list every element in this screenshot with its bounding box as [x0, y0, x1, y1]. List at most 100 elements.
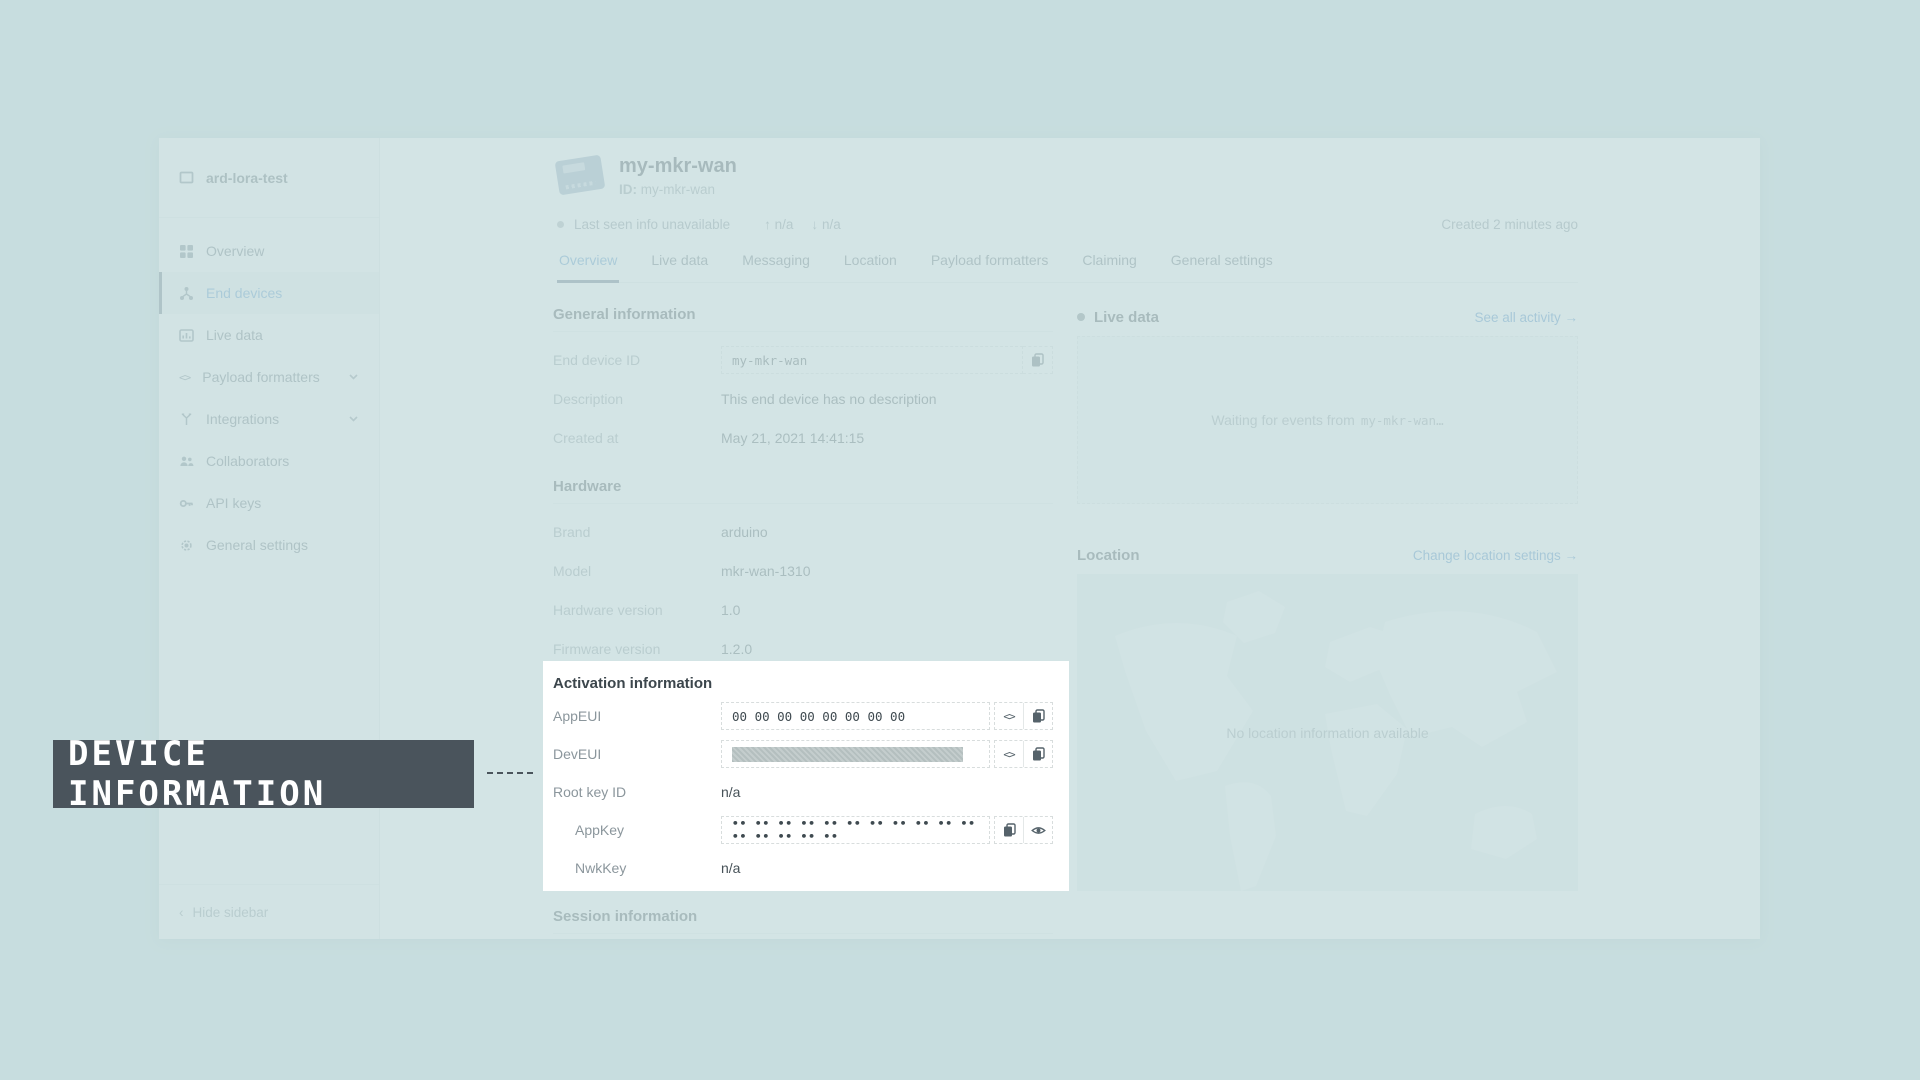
left-column: General information End device ID my-mkr…	[553, 306, 1053, 689]
downlink-count: ↓ n/a	[811, 217, 840, 232]
code-icon: <>	[179, 371, 190, 384]
down-arrow-icon: ↓	[811, 217, 818, 232]
byte-format-toggle-button[interactable]: <>	[995, 741, 1023, 767]
app-key-input[interactable]: •• •• •• •• •• •• •• •• •• •• •• •• •• •…	[721, 816, 990, 844]
device-id-line: ID: my-mkr-wan	[619, 182, 737, 197]
sidebar-item-collaborators[interactable]: Collaborators	[159, 440, 379, 482]
firmware-version-label: Firmware version	[553, 641, 721, 657]
application-selector[interactable]: ard-lora-test	[159, 138, 379, 218]
tab-location[interactable]: Location	[842, 246, 899, 282]
sidebar-nav: Overview End devices Live data <> Payloa…	[159, 230, 379, 566]
collaborators-icon	[179, 454, 194, 469]
tab-overview[interactable]: Overview	[557, 246, 619, 283]
section-heading: Session information	[553, 908, 1053, 934]
up-arrow-icon: ↑	[764, 217, 771, 232]
dev-eui-input-group: <>	[721, 740, 1053, 768]
root-key-id-label: Root key ID	[553, 784, 721, 800]
copy-button[interactable]	[1023, 703, 1052, 729]
last-seen-text: Last seen info unavailable	[574, 217, 730, 232]
live-status-dot	[1077, 313, 1085, 321]
overview-icon	[179, 244, 194, 259]
sidebar-item-label: API keys	[206, 495, 261, 511]
uplink-count: ↑ n/a	[764, 217, 793, 232]
sidebar-item-end-devices[interactable]: End devices	[159, 272, 379, 314]
copy-icon	[1032, 747, 1045, 761]
chevron-left-icon: ‹	[179, 905, 184, 920]
copy-icon	[1003, 823, 1016, 837]
general-information-section: General information End device ID my-mkr…	[553, 306, 1053, 452]
live-data-widget: Live data See all activity → Waiting for…	[1077, 306, 1578, 504]
sidebar-item-label: Collaborators	[206, 453, 289, 469]
app-key-input-group: •• •• •• •• •• •• •• •• •• •• •• •• •• •…	[721, 816, 1053, 844]
hide-sidebar-label: Hide sidebar	[193, 905, 269, 920]
sidebar-item-label: Live data	[206, 327, 263, 343]
section-heading: Activation information	[553, 675, 1053, 692]
sidebar-item-label: Payload formatters	[202, 369, 320, 385]
tab-bar: Overview Live data Messaging Location Pa…	[557, 246, 1578, 283]
redacted-value	[732, 747, 963, 762]
byte-format-toggle-button[interactable]: <>	[995, 703, 1023, 729]
sidebar-item-overview[interactable]: Overview	[159, 230, 379, 272]
annotation-label: DEVICE INFORMATION	[53, 740, 474, 808]
sidebar-item-live-data[interactable]: Live data	[159, 314, 379, 356]
eye-icon	[1031, 823, 1046, 838]
application-icon	[179, 170, 194, 185]
brand-label: Brand	[553, 524, 721, 540]
copy-button[interactable]	[1023, 346, 1053, 374]
right-column: Live data See all activity → Waiting for…	[1077, 306, 1578, 891]
sidebar-item-general-settings[interactable]: General settings	[159, 524, 379, 566]
activation-information-section: Activation information AppEUI 00 00 00 0…	[543, 661, 1069, 891]
annotation-connector-line	[487, 772, 533, 774]
change-location-settings-link[interactable]: Change location settings →	[1413, 548, 1578, 563]
tab-messaging[interactable]: Messaging	[740, 246, 812, 282]
copy-button[interactable]	[1023, 741, 1052, 767]
description-value: This end device has no description	[721, 391, 937, 407]
app-eui-input[interactable]: 00 00 00 00 00 00 00 00	[721, 702, 990, 730]
dev-eui-input[interactable]	[721, 740, 990, 768]
device-id-value: my-mkr-wan	[641, 182, 715, 197]
hardware-version-value: 1.0	[721, 602, 740, 618]
firmware-version-value: 1.2.0	[721, 641, 752, 657]
sidebar-item-api-keys[interactable]: API keys	[159, 482, 379, 524]
model-value: mkr-wan-1310	[721, 563, 810, 579]
section-heading: General information	[553, 306, 1053, 332]
device-header: my-mkr-wan ID: my-mkr-wan Last seen info…	[380, 138, 1760, 283]
app-eui-label: AppEUI	[553, 708, 721, 724]
see-all-activity-link[interactable]: See all activity →	[1474, 310, 1578, 325]
brand-value: arduino	[721, 524, 768, 540]
sidebar-item-label: Integrations	[206, 411, 279, 427]
model-label: Model	[553, 563, 721, 579]
dev-eui-label: DevEUI	[553, 746, 721, 762]
last-seen-status-dot	[557, 221, 564, 228]
widget-heading: Location	[1077, 547, 1140, 564]
hide-sidebar-button[interactable]: ‹ Hide sidebar	[159, 884, 379, 939]
integrations-icon	[179, 412, 194, 427]
created-timestamp: Created 2 minutes ago	[1441, 217, 1578, 232]
reveal-button[interactable]	[1023, 817, 1052, 843]
main-content: my-mkr-wan ID: my-mkr-wan Last seen info…	[380, 138, 1760, 939]
copy-icon	[1032, 709, 1045, 723]
no-location-text: No location information available	[1077, 725, 1578, 741]
gear-icon	[179, 538, 194, 553]
sidebar-item-payload-formatters[interactable]: <> Payload formatters	[159, 356, 379, 398]
description-label: Description	[553, 391, 721, 407]
location-widget: Location Change location settings →	[1077, 544, 1578, 891]
copy-button[interactable]	[995, 817, 1023, 843]
live-data-icon	[179, 328, 194, 343]
page-title: my-mkr-wan	[619, 154, 737, 178]
tab-live-data[interactable]: Live data	[649, 246, 710, 282]
chevron-down-icon	[348, 369, 359, 386]
section-heading: Hardware	[553, 478, 1053, 504]
app-eui-input-group: 00 00 00 00 00 00 00 00 <>	[721, 702, 1053, 730]
tab-claiming[interactable]: Claiming	[1080, 246, 1138, 282]
nwk-key-label: NwkKey	[553, 860, 721, 876]
tab-general-settings[interactable]: General settings	[1169, 246, 1275, 282]
sidebar: ard-lora-test Overview End devices Live …	[159, 138, 380, 939]
sidebar-item-label: End devices	[206, 285, 282, 301]
live-data-panel: Waiting for events from my-mkr-wan…	[1077, 336, 1578, 504]
location-map: No location information available	[1077, 574, 1578, 891]
end-device-id-input[interactable]: my-mkr-wan	[721, 346, 1023, 374]
tab-payload-formatters[interactable]: Payload formatters	[929, 246, 1051, 282]
sidebar-item-integrations[interactable]: Integrations	[159, 398, 379, 440]
session-information-section: Session information	[553, 908, 1053, 948]
